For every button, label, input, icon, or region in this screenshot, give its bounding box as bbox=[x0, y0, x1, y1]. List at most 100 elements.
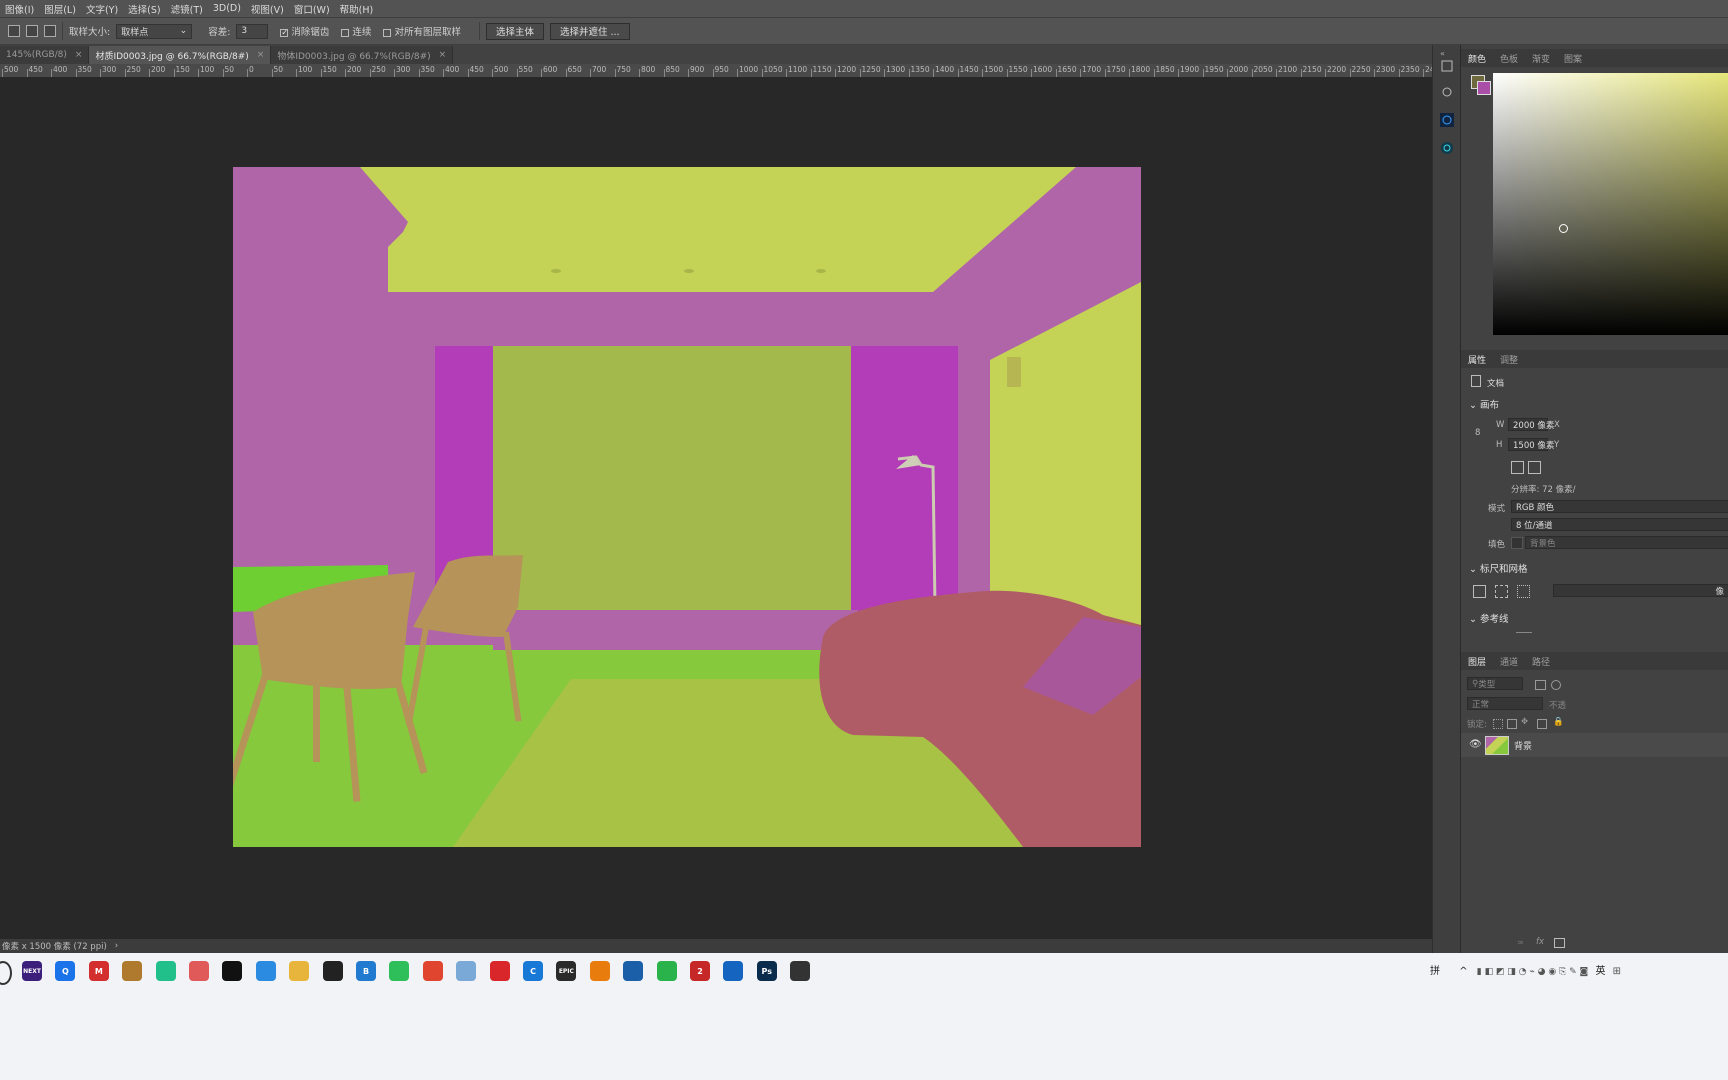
grid-app-icon[interactable] bbox=[255, 961, 276, 981]
color-panel-tab[interactable]: 图案 bbox=[1557, 52, 1589, 65]
menu-item[interactable]: 视图(V) bbox=[246, 2, 289, 16]
bit-depth-select[interactable]: 8 位/通道 bbox=[1511, 518, 1728, 531]
lock-position-icon[interactable]: ✥ bbox=[1521, 717, 1528, 727]
add-selection-icon[interactable] bbox=[26, 25, 38, 37]
next-app-icon[interactable]: NEXT bbox=[22, 961, 42, 981]
menu-item[interactable]: 帮助(H) bbox=[335, 2, 379, 16]
green-app-icon[interactable] bbox=[389, 961, 410, 981]
layer-row[interactable]: 👁 背景 bbox=[1461, 733, 1728, 757]
color-panel-tab[interactable]: 渐变 bbox=[1525, 52, 1557, 65]
select-subject-button[interactable]: 选择主体 bbox=[485, 22, 544, 40]
canvas-section-header[interactable]: ⌄ 画布 bbox=[1469, 397, 1499, 411]
tray-icons[interactable]: ▮ ◧ ◩ ◨ ◔ ⌁ ◕ ◉ ⎘ ✎ ◙ bbox=[1477, 967, 1589, 977]
box-app-icon[interactable] bbox=[456, 961, 477, 981]
browser-q-icon[interactable]: Q bbox=[55, 961, 76, 981]
lock-artboard-icon[interactable] bbox=[1537, 719, 1547, 729]
document-tab[interactable]: 材质ID0003.jpg @ 66.7%(RGB/8#) × bbox=[89, 46, 272, 64]
netease-app-icon[interactable] bbox=[489, 961, 510, 981]
portrait-orientation-icon[interactable] bbox=[1511, 461, 1524, 474]
color-panel-tab[interactable]: 色板 bbox=[1493, 52, 1525, 65]
fill-swatch[interactable] bbox=[1511, 537, 1523, 549]
layers-panel-tab[interactable]: 通道 bbox=[1493, 655, 1525, 668]
filter-image-icon[interactable] bbox=[1535, 680, 1546, 690]
menu-item[interactable]: 文字(Y) bbox=[81, 2, 123, 16]
antialias-checkbox[interactable]: ✓ 消除锯齿 bbox=[280, 24, 329, 38]
properties-panel-tab[interactable]: 调整 bbox=[1493, 353, 1525, 366]
contiguous-checkbox[interactable]: 连续 bbox=[341, 24, 371, 38]
two-app-icon[interactable]: 2 bbox=[690, 961, 710, 981]
filter-adjust-icon[interactable] bbox=[1551, 680, 1561, 690]
close-icon[interactable]: × bbox=[439, 50, 447, 60]
blender-app-icon[interactable] bbox=[589, 961, 610, 981]
new-selection-icon[interactable] bbox=[8, 25, 20, 37]
layer-search-input[interactable]: ⚲ 类型 bbox=[1467, 677, 1523, 690]
layer-style-icon[interactable]: fx bbox=[1536, 937, 1544, 947]
rulers-grids-section-header[interactable]: ⌄ 标尺和网格 bbox=[1469, 561, 1528, 575]
color-picker-handle[interactable] bbox=[1559, 224, 1568, 233]
epic-app-icon[interactable]: EPIC bbox=[556, 961, 577, 981]
c-app-icon[interactable]: C bbox=[523, 961, 543, 981]
height-field[interactable]: 1500 像素 bbox=[1508, 438, 1554, 451]
wechat-app-icon[interactable] bbox=[656, 961, 677, 981]
lock-pixels-icon[interactable] bbox=[1507, 719, 1517, 729]
guides-section-header[interactable]: ⌄ 参考线 bbox=[1469, 611, 1509, 625]
ruler-unit-select[interactable]: 像 bbox=[1553, 584, 1728, 597]
close-icon[interactable]: × bbox=[75, 50, 83, 60]
input-mode-icon[interactable]: ⊞ bbox=[1613, 966, 1621, 977]
b-app-icon[interactable]: B bbox=[356, 961, 376, 981]
properties-panel-tab[interactable]: 属性 bbox=[1461, 353, 1493, 366]
sample-size-select[interactable]: 取样点 ⌄ bbox=[116, 23, 193, 39]
navigator-icon[interactable] bbox=[1440, 141, 1454, 155]
document-tab[interactable]: 物体ID0003.jpg @ 66.7%(RGB/8#) × bbox=[271, 46, 454, 64]
lock-all-icon[interactable]: 🔒 bbox=[1553, 717, 1564, 727]
menu-item[interactable]: 窗口(W) bbox=[289, 2, 335, 16]
tolerance-input[interactable]: 3 bbox=[236, 23, 269, 39]
layers-panel-tab[interactable]: 图层 bbox=[1461, 655, 1493, 668]
layers-panel-tab[interactable]: 路径 bbox=[1525, 655, 1557, 668]
menu-item[interactable]: 图层(L) bbox=[39, 2, 81, 16]
color-picker-field[interactable] bbox=[1493, 73, 1728, 335]
brush-settings-icon[interactable] bbox=[1440, 85, 1454, 99]
fill-select[interactable]: 背景色 bbox=[1525, 536, 1728, 549]
all-layers-checkbox[interactable]: 对所有图层取样 bbox=[383, 24, 461, 38]
pixel-grid-toggle-icon[interactable] bbox=[1517, 585, 1530, 598]
photo-app-icon[interactable] bbox=[723, 961, 744, 981]
visibility-eye-icon[interactable]: 👁 bbox=[1469, 739, 1482, 750]
document-image[interactable] bbox=[233, 167, 1141, 847]
chrome-app-icon[interactable] bbox=[422, 961, 443, 981]
color-panel-tab[interactable]: 颜色 bbox=[1461, 52, 1493, 65]
x-app-icon[interactable] bbox=[222, 961, 243, 981]
start-icon[interactable] bbox=[0, 961, 12, 985]
folder-app-icon[interactable] bbox=[289, 961, 310, 981]
select-and-mask-button[interactable]: 选择并遮住 ... bbox=[549, 22, 630, 40]
horizontal-ruler[interactable]: 500 450 400 350 300 250 200 150 100 50 0 50 100 150 20… bbox=[0, 64, 1568, 78]
dev-app-icon[interactable] bbox=[155, 961, 176, 981]
link-icon[interactable]: 8 bbox=[1475, 428, 1480, 438]
width-field[interactable]: 2000 像素 bbox=[1508, 418, 1554, 431]
rec-app-icon[interactable] bbox=[790, 961, 811, 981]
add-mask-icon[interactable] bbox=[1554, 938, 1565, 948]
landscape-orientation-icon[interactable] bbox=[1528, 461, 1541, 474]
adjust-icon[interactable] bbox=[1440, 113, 1454, 127]
m-app-icon[interactable]: M bbox=[88, 961, 109, 981]
ime-indicator[interactable]: 拼 bbox=[1430, 966, 1440, 977]
game-app-icon[interactable] bbox=[122, 961, 143, 981]
globe-app-icon[interactable] bbox=[623, 961, 644, 981]
link-layers-icon[interactable]: ∞ bbox=[1517, 938, 1524, 948]
menu-item[interactable]: 选择(S) bbox=[123, 2, 165, 16]
chevron-right-icon[interactable]: › bbox=[115, 941, 118, 951]
mode-select[interactable]: RGB 颜色 bbox=[1511, 500, 1728, 513]
document-tab[interactable]: 145%(RGB/8) × bbox=[0, 46, 90, 64]
search-app-icon[interactable] bbox=[322, 961, 343, 981]
background-color-swatch[interactable] bbox=[1477, 81, 1491, 95]
close-icon[interactable]: × bbox=[257, 50, 265, 60]
red-app-icon[interactable] bbox=[189, 961, 209, 981]
menu-item[interactable]: 3D(D) bbox=[208, 3, 246, 14]
ruler-toggle-icon[interactable] bbox=[1473, 585, 1486, 598]
language-indicator[interactable]: 英 bbox=[1595, 966, 1605, 977]
subtract-selection-icon[interactable] bbox=[44, 25, 56, 37]
history-icon[interactable] bbox=[1440, 59, 1454, 73]
lock-transparent-icon[interactable] bbox=[1493, 719, 1503, 729]
blend-mode-select[interactable]: 正常 bbox=[1467, 697, 1543, 710]
menu-item[interactable]: 图像(I) bbox=[0, 2, 39, 16]
